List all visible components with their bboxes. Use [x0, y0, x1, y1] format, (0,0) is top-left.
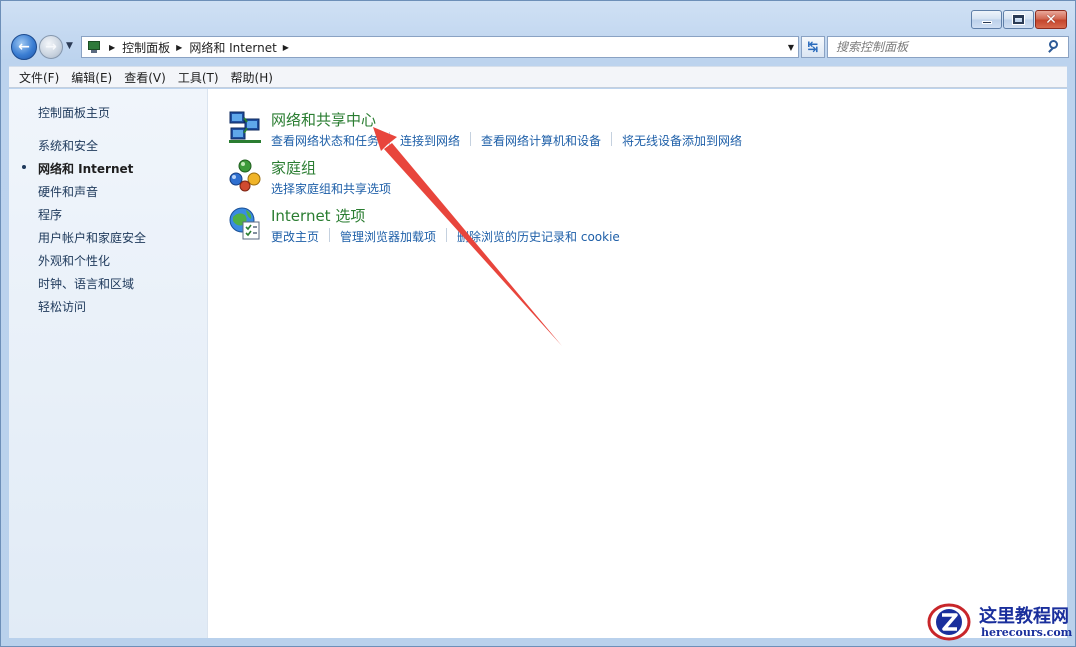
minimize-button[interactable]	[971, 10, 1002, 29]
link-delete-browsing-history[interactable]: 删除浏览的历史记录和 cookie	[457, 228, 620, 245]
link-manage-addons[interactable]: 管理浏览器加载项	[340, 228, 436, 245]
homegroup-icon[interactable]	[227, 157, 263, 193]
search-box	[827, 36, 1069, 58]
link-homegroup-sharing-options[interactable]: 选择家庭组和共享选项	[271, 180, 391, 197]
category-title-internet-options[interactable]: Internet 选项	[271, 205, 365, 226]
sidebar-item-system-security[interactable]: 系统和安全	[38, 137, 98, 154]
link-change-homepage[interactable]: 更改主页	[271, 228, 319, 245]
refresh-icon: ↹	[807, 39, 819, 55]
close-button[interactable]: ✕	[1035, 10, 1067, 29]
control-panel-window: ✕ ← → ▼ ▶ 控制面板 ▶ 网络和 Internet ▶ ▼ ↹ 文件(F…	[0, 0, 1076, 647]
menu-edit[interactable]: 编辑(E)	[65, 69, 118, 86]
back-arrow-icon: ←	[18, 39, 30, 55]
back-button[interactable]: ←	[11, 34, 37, 60]
maximize-icon	[1013, 15, 1024, 24]
link-view-network-status[interactable]: 查看网络状态和任务	[271, 132, 379, 149]
menu-tools[interactable]: 工具(T)	[172, 69, 225, 86]
internet-options-icon[interactable]	[227, 205, 263, 241]
sidebar-item-home[interactable]: 控制面板主页	[38, 104, 110, 121]
address-dropdown-icon[interactable]: ▼	[788, 43, 794, 52]
breadcrumb-network-internet[interactable]: 网络和 Internet	[189, 39, 276, 56]
link-divider	[446, 228, 448, 242]
category-links-network-sharing: 查看网络状态和任务 连接到网络 查看网络计算机和设备 将无线设备添加到网络	[271, 132, 742, 149]
link-connect-to-network[interactable]: 连接到网络	[400, 132, 460, 149]
maximize-button[interactable]	[1003, 10, 1034, 29]
link-divider	[611, 132, 613, 146]
address-bar[interactable]: ▶ 控制面板 ▶ 网络和 Internet ▶ ▼	[81, 36, 799, 58]
menu-view[interactable]: 查看(V)	[118, 69, 172, 86]
search-icon[interactable]	[1046, 38, 1064, 56]
link-add-wireless-device[interactable]: 将无线设备添加到网络	[622, 132, 742, 149]
menu-bar: 文件(F) 编辑(E) 查看(V) 工具(T) 帮助(H)	[9, 66, 1067, 88]
watermark-logo-icon	[927, 603, 971, 641]
sidebar-item-appearance[interactable]: 外观和个性化	[38, 252, 110, 269]
link-divider	[389, 132, 391, 146]
category-title-network-sharing[interactable]: 网络和共享中心	[271, 109, 376, 130]
caption-buttons: ✕	[971, 10, 1067, 29]
sidebar-item-ease-of-access[interactable]: 轻松访问	[38, 298, 86, 315]
forward-button[interactable]: →	[39, 35, 63, 59]
sidebar-item-clock-language[interactable]: 时钟、语言和区域	[38, 275, 134, 292]
sidebar-item-hardware-sound[interactable]: 硬件和声音	[38, 183, 98, 200]
refresh-button[interactable]: ↹	[801, 36, 825, 58]
main-panel: 网络和共享中心 查看网络状态和任务 连接到网络 查看网络计算机和设备 将无线设备…	[209, 89, 1067, 638]
breadcrumb-separator-icon[interactable]: ▶	[109, 43, 115, 52]
minimize-icon	[981, 21, 992, 24]
menu-help[interactable]: 帮助(H)	[225, 69, 279, 86]
watermark-subtitle: herecours.com	[981, 626, 1073, 639]
current-item-bullet-icon	[22, 165, 26, 169]
forward-arrow-icon: →	[45, 39, 57, 55]
watermark: 这里教程网 herecours.com	[925, 598, 1073, 644]
breadcrumb-separator-icon[interactable]: ▶	[176, 43, 182, 52]
sidebar: 控制面板主页 系统和安全 网络和 Internet 硬件和声音 程序 用户帐户和…	[9, 89, 208, 638]
network-sharing-center-icon[interactable]	[227, 109, 263, 145]
close-icon: ✕	[1045, 11, 1057, 28]
search-input[interactable]	[828, 40, 1046, 54]
breadcrumb-separator-icon[interactable]: ▶	[283, 43, 289, 52]
breadcrumb-control-panel[interactable]: 控制面板	[122, 39, 170, 56]
category-links-internet-options: 更改主页 管理浏览器加载项 删除浏览的历史记录和 cookie	[271, 228, 620, 245]
category-title-homegroup[interactable]: 家庭组	[271, 157, 316, 178]
link-view-network-computers[interactable]: 查看网络计算机和设备	[481, 132, 601, 149]
link-divider	[329, 228, 331, 242]
recent-pages-dropdown-icon[interactable]: ▼	[66, 41, 73, 51]
content-area: 控制面板主页 系统和安全 网络和 Internet 硬件和声音 程序 用户帐户和…	[9, 89, 1067, 638]
sidebar-item-user-accounts[interactable]: 用户帐户和家庭安全	[38, 229, 146, 246]
sidebar-item-network-internet[interactable]: 网络和 Internet	[38, 160, 133, 177]
navigation-bar: ← → ▼ ▶ 控制面板 ▶ 网络和 Internet ▶ ▼ ↹	[9, 33, 1069, 61]
category-links-homegroup: 选择家庭组和共享选项	[271, 180, 391, 197]
watermark-title: 这里教程网	[979, 606, 1069, 627]
control-panel-icon	[87, 40, 103, 54]
link-divider	[470, 132, 472, 146]
sidebar-item-programs[interactable]: 程序	[38, 206, 62, 223]
menu-file[interactable]: 文件(F)	[13, 69, 65, 86]
